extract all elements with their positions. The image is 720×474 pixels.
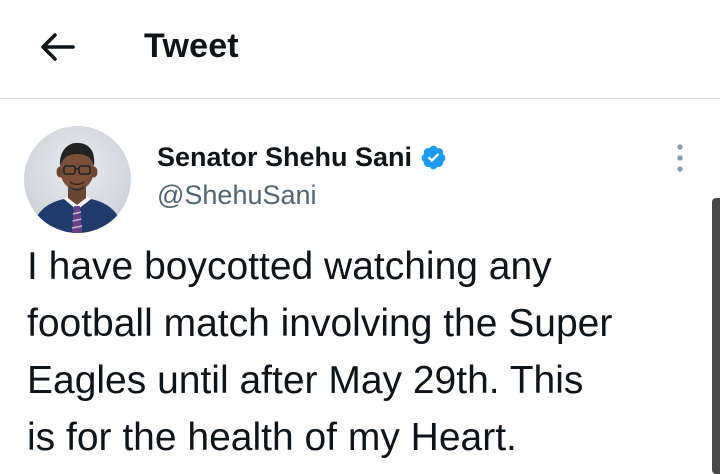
avatar[interactable] <box>24 126 131 233</box>
verified-badge-icon <box>420 144 447 171</box>
more-options-button[interactable] <box>664 138 696 178</box>
scrollbar[interactable] <box>712 198 720 474</box>
top-app-bar: Tweet <box>0 0 720 99</box>
more-vertical-icon <box>677 144 683 172</box>
author-display-name[interactable]: Senator Shehu Sani <box>157 140 412 174</box>
author-name-row[interactable]: Senator Shehu Sani <box>157 140 447 174</box>
tweet-text: I have boycotted watching any football m… <box>27 245 613 459</box>
arrow-left-icon <box>41 33 75 61</box>
page-title: Tweet <box>144 27 239 65</box>
back-button[interactable] <box>36 26 78 68</box>
avatar-photo <box>24 126 131 233</box>
author-handle[interactable]: @ShehuSani <box>157 178 317 212</box>
